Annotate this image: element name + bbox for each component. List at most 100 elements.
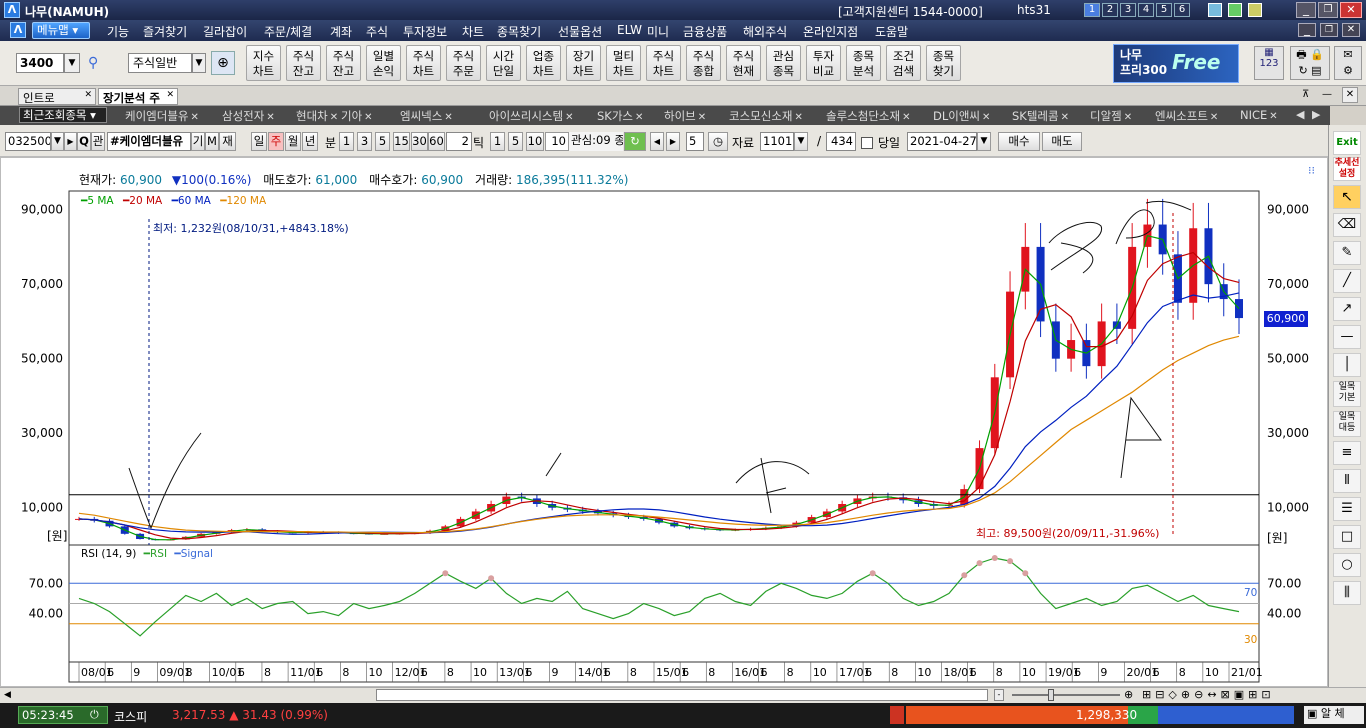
next-icon[interactable]: ▶	[666, 132, 680, 151]
remove-stock-icon[interactable]: ✕	[266, 112, 274, 123]
category-select[interactable]: 주식일반	[128, 53, 192, 73]
recent-stock-item[interactable]: 하이브 ✕	[664, 108, 706, 124]
stock-scroll-right-icon[interactable]: ▶	[1312, 108, 1320, 121]
remove-stock-icon[interactable]: ✕	[698, 112, 706, 123]
minute-button[interactable]: 3	[357, 132, 372, 151]
tab-long-term-analysis[interactable]: 장기분석 주 ✕	[98, 88, 178, 105]
tab-close-icon[interactable]: ✕	[84, 90, 92, 100]
tab-close-all-icon[interactable]: ✕	[1342, 87, 1358, 103]
total-input[interactable]: 434	[826, 132, 856, 151]
minute-button[interactable]: 5	[375, 132, 390, 151]
screen-page-3[interactable]: 3	[1120, 3, 1136, 17]
layout-icon[interactable]	[1228, 3, 1242, 17]
tab-intro[interactable]: 인트로 ✕	[18, 88, 96, 105]
remove-stock-icon[interactable]: ✕	[1061, 112, 1069, 123]
recent-stock-item[interactable]: 케이엠더블유 ✕	[125, 108, 199, 124]
mdi-minimize-icon[interactable]: _	[1298, 23, 1316, 37]
fibonacci-icon[interactable]: ⫴	[1333, 469, 1361, 493]
zoom-in-icon[interactable]: ⊕	[1124, 688, 1133, 701]
recent-stock-item[interactable]: 현대차 ✕	[296, 108, 338, 124]
quick-screen-button[interactable]: 주식 주문	[446, 45, 481, 81]
mdi-close-icon[interactable]: ✕	[1342, 23, 1360, 37]
balance-basic-button[interactable]: 일목 기본	[1333, 381, 1361, 407]
chart-area[interactable]: 90,000 90,000 70,000 70,000 50,000 50,000 30,0…	[0, 157, 1328, 687]
code-dropdown-icon[interactable]: ▼	[51, 132, 64, 151]
trendline-setting-button[interactable]: 추세선 설정	[1333, 157, 1361, 181]
remove-stock-icon[interactable]: ✕	[902, 112, 910, 123]
scroll-left-icon[interactable]: ◀	[4, 690, 11, 700]
tick-input[interactable]: 2	[446, 132, 472, 151]
menu-item[interactable]: 차트	[462, 23, 484, 40]
sell-button[interactable]: 매도	[1042, 132, 1082, 151]
vertical-line-icon[interactable]: │	[1333, 353, 1361, 377]
line-icon[interactable]: ╱	[1333, 269, 1361, 293]
index-name[interactable]: 코스피	[114, 708, 147, 725]
search-icon[interactable]: ⚲	[88, 55, 98, 71]
today-checkbox[interactable]	[861, 137, 873, 149]
minute-button[interactable]: 15	[393, 132, 410, 151]
quick-screen-button[interactable]: 주식 잔고	[326, 45, 361, 81]
date-input[interactable]: 2021-04-27	[907, 132, 977, 151]
remove-stock-icon[interactable]: ✕	[1124, 112, 1132, 123]
gi-button[interactable]: 기	[191, 132, 205, 151]
channel-icon[interactable]: ≡	[1333, 441, 1361, 465]
period-button[interactable]: 일	[251, 132, 267, 151]
keyboard-icon[interactable]: ▦ 123	[1254, 46, 1284, 80]
quick-screen-button[interactable]: 업종 차트	[526, 45, 561, 81]
screen-number-input[interactable]: 3400	[16, 53, 64, 73]
print-lock-icons[interactable]: 🖶 🔒 ↻ ▤	[1290, 46, 1330, 80]
power-icon[interactable]: ⏻	[90, 708, 99, 722]
quick-screen-button[interactable]: 지수 차트	[246, 45, 281, 81]
recent-stock-item[interactable]: 디알젬 ✕	[1090, 108, 1132, 124]
tick-button[interactable]: 10	[545, 132, 569, 151]
data-count-input[interactable]: 1101	[760, 132, 794, 151]
promo-banner[interactable]: 나무 프리300 Free	[1113, 44, 1239, 83]
ray-icon[interactable]: ↗	[1333, 297, 1361, 321]
close-icon[interactable]: ✕	[1340, 2, 1362, 18]
chart-view-icons[interactable]: ⊞⊟◇⊕⊖↔⊠▣⊞⊡	[1142, 688, 1275, 701]
lock-icon[interactable]	[1248, 3, 1262, 17]
menu-item[interactable]: 주식	[366, 23, 388, 40]
tick-button[interactable]: 1	[490, 132, 505, 151]
menu-item[interactable]: 계좌	[330, 23, 352, 40]
screen-page-2[interactable]: 2	[1102, 3, 1118, 17]
jae-button[interactable]: 재	[219, 132, 236, 151]
rectangle-icon[interactable]: □	[1333, 525, 1361, 549]
remove-stock-icon[interactable]: ✕	[1210, 112, 1218, 123]
horizontal-line-icon[interactable]: —	[1333, 325, 1361, 349]
maximize-icon[interactable]: ❐	[1318, 2, 1338, 18]
remove-stock-icon[interactable]: ✕	[794, 112, 802, 123]
quick-screen-button[interactable]: 장기 차트	[566, 45, 601, 81]
period-button[interactable]: 월	[285, 132, 301, 151]
remove-stock-icon[interactable]: ✕	[330, 112, 338, 123]
screen-page-1[interactable]: 1	[1084, 3, 1100, 17]
interest-group[interactable]: 관심:09 종	[569, 132, 623, 151]
tick-button[interactable]: 5	[508, 132, 523, 151]
circle-icon[interactable]: ○	[1333, 553, 1361, 577]
prev-icon[interactable]: ◀	[650, 132, 664, 151]
remove-stock-icon[interactable]: ✕	[364, 112, 372, 123]
menu-item[interactable]: 투자정보	[403, 23, 447, 40]
add-screen-icon[interactable]: ⊕	[211, 51, 235, 75]
exit-button[interactable]: Exit	[1333, 131, 1361, 155]
quick-screen-button[interactable]: 주식 잔고	[286, 45, 321, 81]
stock-code-input[interactable]: 032500	[5, 132, 51, 151]
date-dropdown-icon[interactable]: ▼	[977, 132, 991, 151]
screen-page-4[interactable]: 4	[1138, 3, 1154, 17]
menu-item[interactable]: 주문/체결	[264, 23, 312, 40]
quick-screen-button[interactable]: 조건 검색	[886, 45, 921, 81]
recent-stock-item[interactable]: 기아 ✕	[341, 108, 373, 124]
remove-stock-icon[interactable]: ✕	[1269, 111, 1277, 122]
recent-stock-item[interactable]: SK가스 ✕	[597, 108, 643, 124]
next-stock-icon[interactable]: ▶	[64, 132, 77, 151]
tick-button[interactable]: 10	[526, 132, 544, 151]
quick-screen-button[interactable]: 주식 차트	[406, 45, 441, 81]
scroll-thumb[interactable]	[376, 689, 988, 701]
menu-item[interactable]: 도움말	[875, 23, 908, 40]
zoom-slider[interactable]	[1012, 694, 1120, 696]
menu-map-button[interactable]: 메뉴맵 ▾	[32, 22, 90, 39]
cursor-icon[interactable]: ↖	[1333, 185, 1361, 209]
menu-item[interactable]: 미니	[647, 23, 669, 40]
quick-screen-button[interactable]: 일별 손익	[366, 45, 401, 81]
period-button[interactable]: 년	[302, 132, 318, 151]
